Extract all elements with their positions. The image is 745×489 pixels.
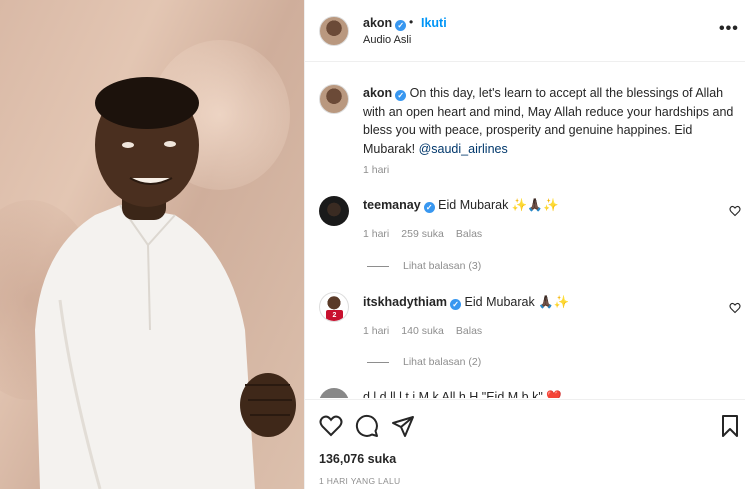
avatar[interactable] bbox=[319, 16, 349, 46]
view-replies-label: Lihat balasan (3) bbox=[403, 260, 482, 272]
reply-button[interactable]: Balas bbox=[456, 228, 482, 240]
replies-divider bbox=[367, 361, 389, 363]
person-figure bbox=[35, 77, 296, 489]
view-replies-button[interactable]: Lihat balasan (2) bbox=[367, 356, 481, 368]
post-header: akon ✓ • Ikuti Audio Asli ••• bbox=[305, 0, 745, 62]
comment-time[interactable]: 1 hari bbox=[363, 228, 389, 240]
action-bar: 136,076 suka 1 HARI YANG LALU bbox=[305, 399, 745, 489]
share-icon[interactable] bbox=[391, 414, 415, 438]
comment-avatar[interactable]: 2 bbox=[319, 292, 349, 322]
post-timestamp[interactable]: 1 HARI YANG LALU bbox=[319, 476, 401, 486]
caption-username[interactable]: akon bbox=[363, 86, 392, 100]
comment-2: itskhadythiam ✓ Eid Mubarak 🙏🏿✨ bbox=[363, 295, 569, 310]
comment-icon[interactable] bbox=[355, 414, 379, 438]
post-media[interactable] bbox=[0, 0, 304, 489]
verified-icon: ✓ bbox=[450, 299, 462, 310]
caption: akon ✓ On this day, let's learn to accept… bbox=[363, 84, 739, 158]
follow-button[interactable]: Ikuti bbox=[421, 16, 447, 30]
comments-section[interactable]: akon ✓ On this day, let's learn to accept… bbox=[305, 62, 745, 398]
view-replies-label: Lihat balasan (2) bbox=[403, 356, 482, 368]
comment-1: teemanay ✓ Eid Mubarak ✨🙏🏿✨ bbox=[363, 198, 559, 213]
reply-button[interactable]: Balas bbox=[456, 325, 482, 337]
comment-avatar[interactable] bbox=[319, 388, 349, 398]
partial-comment: d l d ll l t i M k All h H "Eid M b k" ❤… bbox=[363, 390, 562, 398]
caption-time[interactable]: 1 hari bbox=[363, 164, 389, 176]
verified-icon: ✓ bbox=[395, 20, 407, 31]
audio-link[interactable]: Audio Asli bbox=[363, 34, 411, 46]
comment-likes[interactable]: 259 suka bbox=[401, 228, 444, 240]
caption-mention[interactable]: @saudi_airlines bbox=[419, 142, 508, 156]
separator-dot: • bbox=[409, 15, 414, 29]
comment-text: Eid Mubarak ✨🙏🏿✨ bbox=[438, 198, 559, 212]
post-panel: akon ✓ • Ikuti Audio Asli ••• akon ✓ On th… bbox=[304, 0, 745, 489]
comment-meta: 1 hari 140 suka Balas bbox=[363, 325, 494, 337]
heart-icon[interactable] bbox=[729, 302, 741, 314]
username-text[interactable]: akon bbox=[363, 16, 392, 30]
comment-time[interactable]: 1 hari bbox=[363, 325, 389, 337]
bookmark-icon[interactable] bbox=[718, 414, 742, 438]
comment-username[interactable]: teemanay bbox=[363, 198, 421, 212]
comment-likes[interactable]: 140 suka bbox=[401, 325, 444, 337]
caption-avatar[interactable] bbox=[319, 84, 349, 114]
verified-icon: ✓ bbox=[423, 202, 435, 213]
caption-meta: 1 hari bbox=[363, 164, 401, 176]
comment-text: Eid Mubarak 🙏🏿✨ bbox=[464, 295, 570, 309]
verified-icon: ✓ bbox=[395, 90, 407, 101]
post-username[interactable]: akon ✓ bbox=[363, 16, 407, 31]
more-icon[interactable]: ••• bbox=[719, 20, 739, 38]
heart-icon[interactable] bbox=[729, 205, 741, 217]
comment-avatar[interactable] bbox=[319, 196, 349, 226]
heart-icon[interactable] bbox=[319, 414, 343, 438]
view-replies-button[interactable]: Lihat balasan (3) bbox=[367, 260, 481, 272]
replies-divider bbox=[367, 265, 389, 267]
comment-username[interactable]: itskhadythiam bbox=[363, 295, 447, 309]
comment-meta: 1 hari 259 suka Balas bbox=[363, 228, 494, 240]
like-count[interactable]: 136,076 suka bbox=[319, 452, 396, 466]
